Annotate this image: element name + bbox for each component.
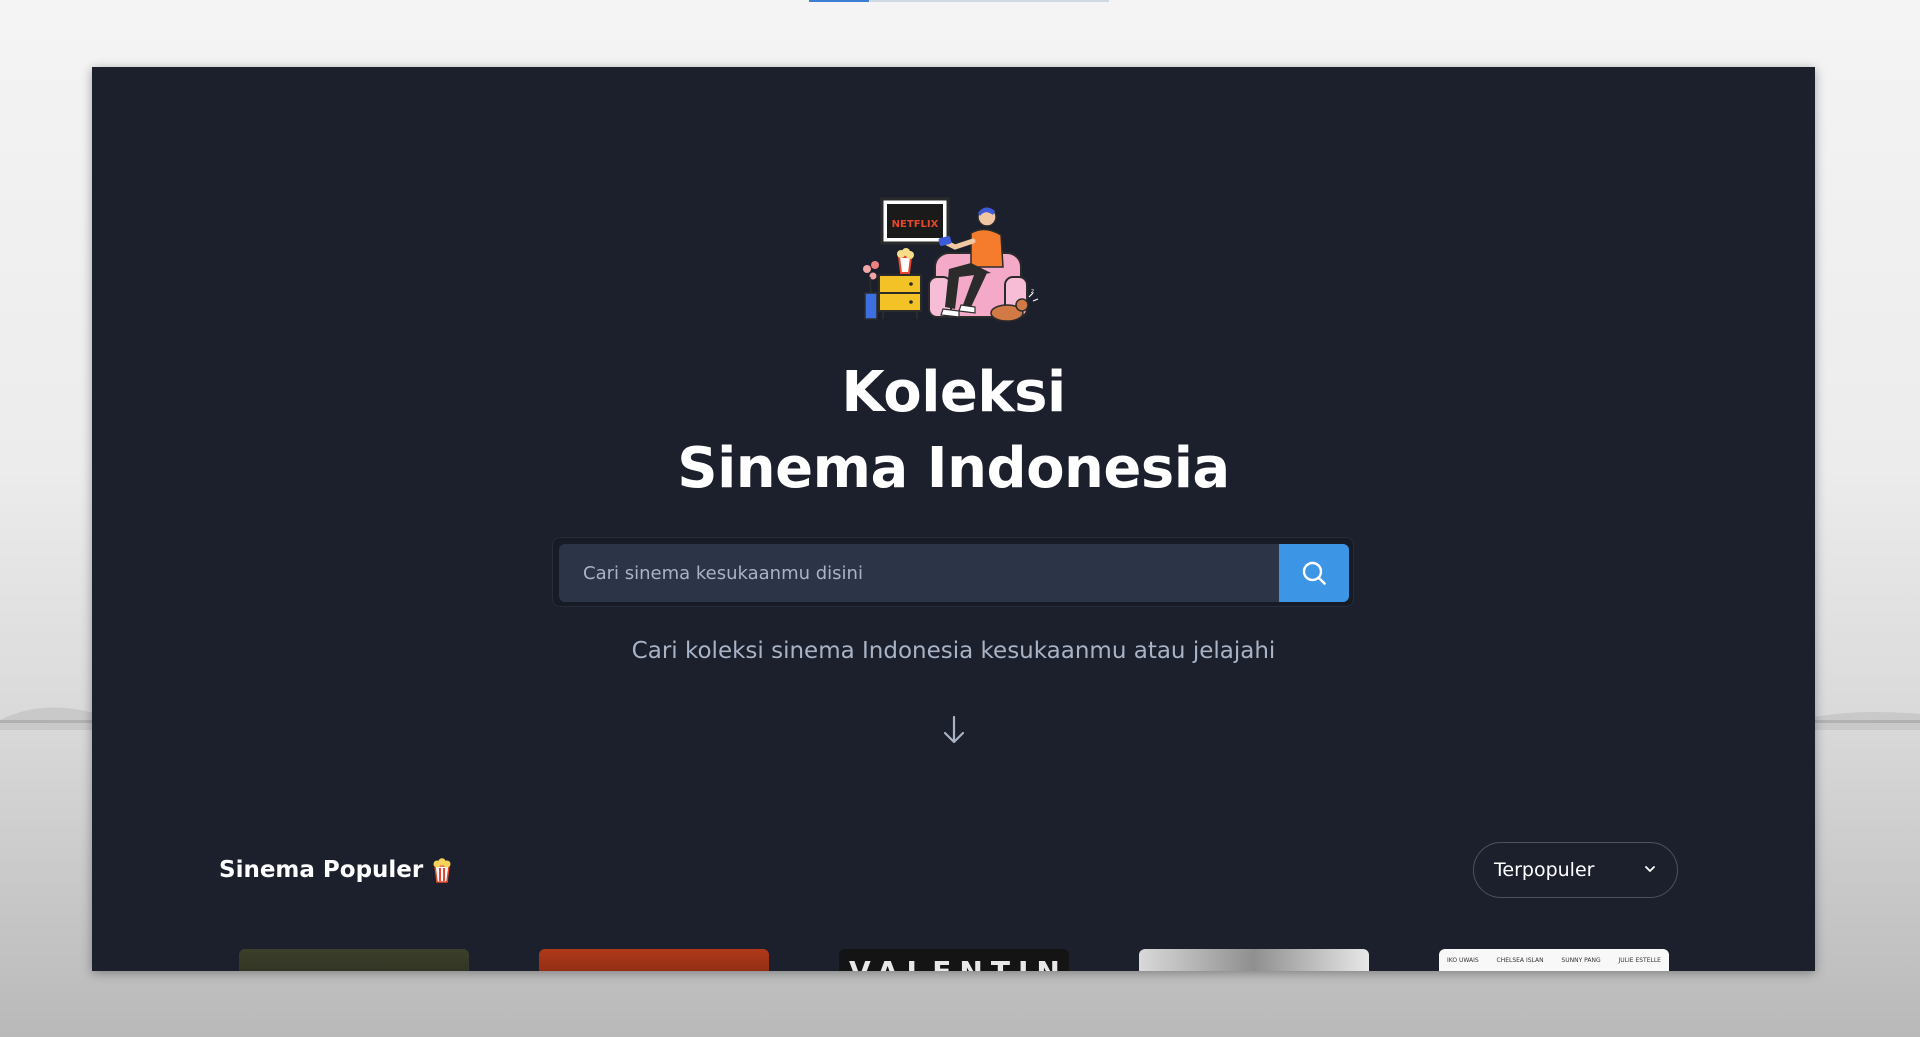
poster-credit: JULIE ESTELLE [1618,957,1661,964]
search-bar [552,537,1354,607]
page-load-progress-fill [809,0,869,2]
poster-title-text: VALENTINE [849,955,1069,971]
page-title-line-1: Koleksi [841,360,1066,425]
poster-credit: SUNNY PANG [1561,957,1601,964]
sort-selected-value: Terpopuler [1494,859,1595,881]
search-icon [1302,561,1326,585]
poster-credits: IKO UWAIS CHELSEA ISLAN SUNNY PANG JULIE… [1447,957,1661,964]
app-window: NETFLIX z Koleksi Sinema Indonesia Cari … [92,67,1815,971]
page-title: Koleksi Sinema Indonesia [92,355,1815,507]
movie-poster-card[interactable]: IKO UWAIS CHELSEA ISLAN SUNNY PANG JULIE… [1439,949,1669,971]
hero-section: NETFLIX z Koleksi Sinema Indonesia [92,197,1815,507]
poster-credit: IKO UWAIS [1447,957,1479,964]
section-title-text: Sinema Populer [219,857,424,883]
poster-credit: CHELSEA ISLAN [1496,957,1544,964]
svg-text:z: z [1031,288,1034,295]
movie-poster-card[interactable]: VALENTINE [839,949,1069,971]
sort-dropdown[interactable]: Terpopuler [1473,842,1678,898]
movie-poster-card[interactable] [239,949,469,971]
movie-poster-card[interactable] [1139,949,1369,971]
popcorn-icon [433,858,451,883]
hero-subtitle: Cari koleksi sinema Indonesia kesukaanmu… [631,638,1276,664]
movie-poster-card[interactable] [539,949,769,971]
page-load-progress [809,0,1109,2]
search-button[interactable] [1279,544,1349,602]
search-input[interactable] [559,544,1279,602]
chevron-down-icon [1645,866,1655,872]
section-title: Sinema Populer [219,857,453,883]
tv-sign-text: NETFLIX [891,219,938,230]
arrow-down-icon[interactable] [940,713,968,747]
page-title-line-2: Sinema Indonesia [677,436,1230,501]
tv-watching-illustration: NETFLIX z [862,197,1038,322]
